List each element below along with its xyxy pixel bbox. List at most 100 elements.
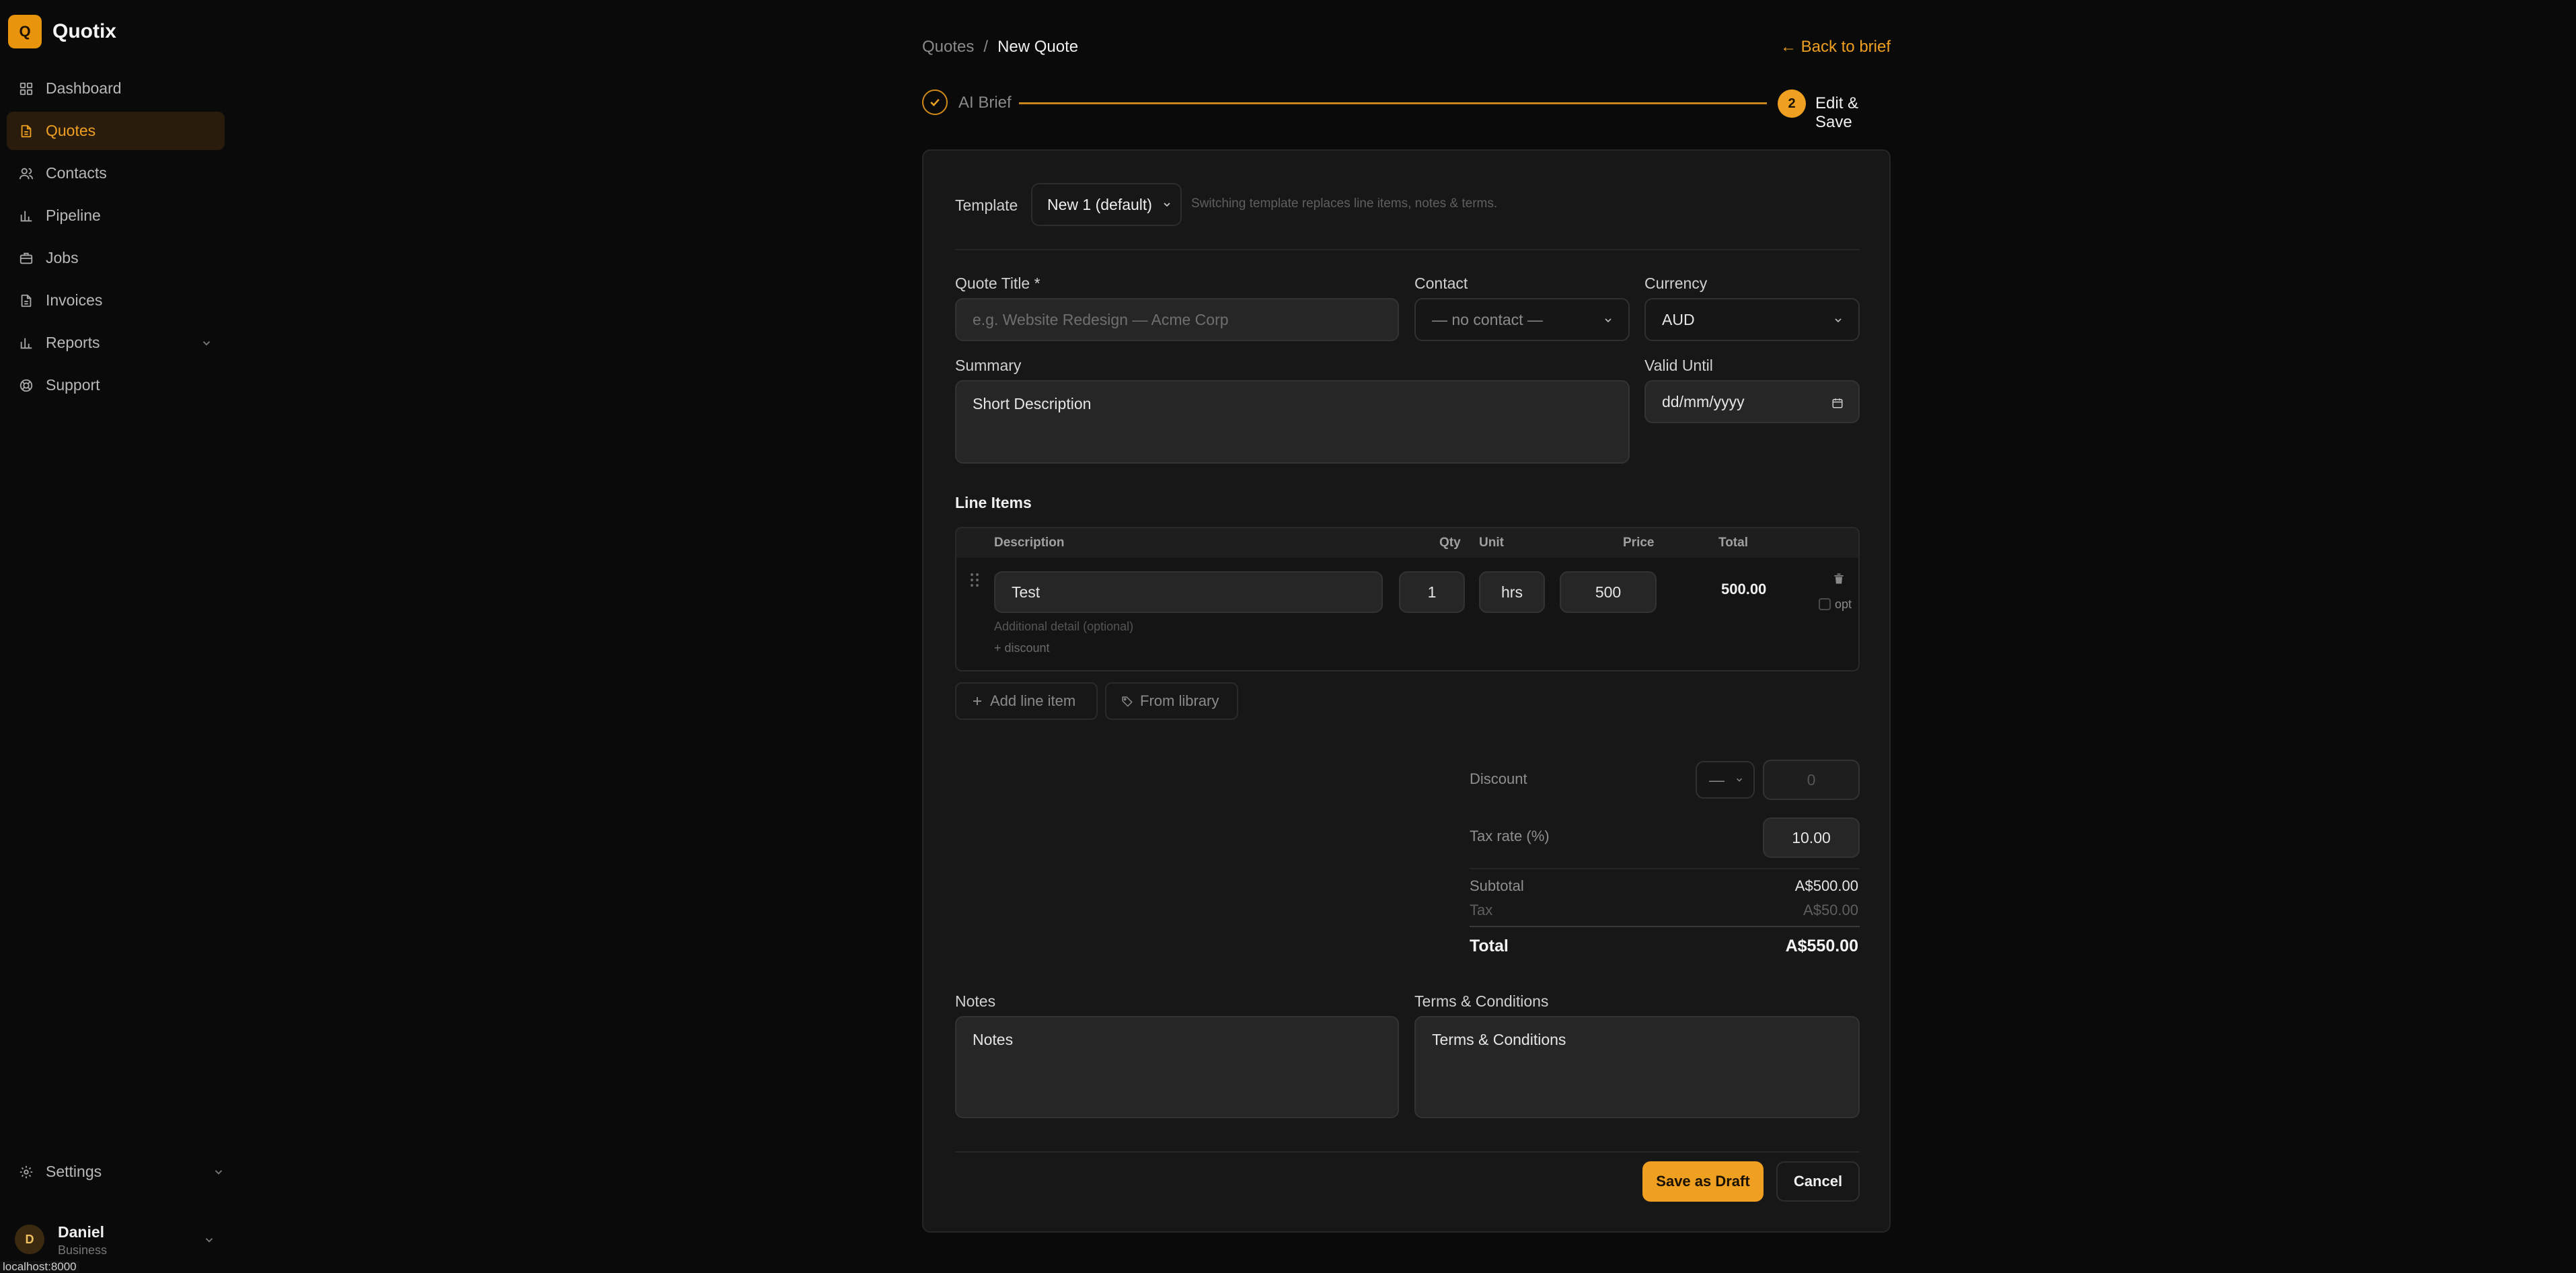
sidebar-item-label: Settings (46, 1163, 102, 1180)
avatar: D (15, 1225, 44, 1254)
check-icon (930, 98, 940, 106)
optional-checkbox[interactable] (1819, 598, 1831, 610)
subtotal-label: Subtotal (1470, 877, 1524, 894)
back-to-brief-link[interactable]: ← Back to brief (1780, 38, 1891, 57)
sidebar-item-label: Invoices (46, 291, 103, 309)
add-discount-link[interactable]: + discount (994, 641, 1050, 655)
quote-form-card: Template New 1 (default) Switching templ… (922, 149, 1891, 1233)
terms-textarea[interactable]: Terms & Conditions (1414, 1016, 1860, 1118)
trash-icon[interactable] (1832, 571, 1846, 586)
column-header: Total (1718, 536, 1748, 550)
brand[interactable]: Q Quotix (8, 15, 116, 48)
valid-until-label: Valid Until (1644, 357, 1713, 374)
lifebuoy-icon (20, 379, 33, 392)
template-hint: Switching template replaces line items, … (1191, 196, 1498, 211)
discount-type-select[interactable]: — (1696, 761, 1755, 799)
breadcrumb-quotes[interactable]: Quotes (922, 38, 974, 57)
sidebar-item-settings[interactable]: Settings (7, 1153, 237, 1191)
tax-value: A$50.00 (1803, 902, 1858, 918)
sidebar-item-pipeline[interactable]: Pipeline (7, 196, 225, 235)
line-item-price-input[interactable]: 500 (1560, 571, 1657, 613)
currency-label: Currency (1644, 275, 1708, 292)
valid-until-value: dd/mm/yyyy (1662, 392, 1745, 410)
sidebar-nav: Dashboard Quotes Contacts Pipeline Jobs … (7, 69, 225, 408)
divider (1470, 926, 1860, 927)
tax-rate-input[interactable]: 10.00 (1763, 817, 1860, 858)
bar-chart-icon (20, 211, 32, 221)
file-icon (21, 124, 32, 137)
file-icon (21, 294, 32, 307)
valid-until-date-input[interactable]: dd/mm/yyyy (1644, 380, 1860, 423)
currency-select[interactable]: AUD (1644, 298, 1860, 341)
line-item-total: 500.00 (1721, 581, 1767, 597)
save-as-draft-button[interactable]: Save as Draft (1642, 1161, 1764, 1202)
table-row: Test 1 hrs 500 500.00 opt Additional det… (956, 558, 1858, 672)
user-menu[interactable]: D Daniel Business (15, 1221, 217, 1261)
template-select[interactable]: New 1 (default) (1031, 183, 1182, 226)
summary-label: Summary (955, 357, 1022, 374)
breadcrumb-separator: / (983, 38, 989, 56)
add-line-item-label: Add line item (990, 692, 1076, 709)
total-value: A$550.00 (1785, 937, 1858, 955)
step-complete-indicator (922, 89, 948, 115)
sidebar-item-reports[interactable]: Reports (7, 324, 225, 362)
sidebar-item-invoices[interactable]: Invoices (7, 281, 225, 320)
chevron-down-icon (205, 1238, 213, 1243)
sidebar-item-jobs[interactable]: Jobs (7, 239, 225, 277)
chevron-down-icon (215, 1170, 223, 1175)
stepper: AI Brief 2 Edit & Save (922, 89, 1891, 131)
column-header: Unit (1479, 536, 1504, 550)
calendar-icon[interactable] (1831, 397, 1844, 409)
sidebar-item-contacts[interactable]: Contacts (7, 154, 225, 192)
divider (955, 1151, 1860, 1153)
status-bar-url: localhost:8000 (0, 1261, 79, 1272)
chevron-down-icon (1164, 203, 1170, 207)
notes-label: Notes (955, 992, 996, 1010)
line-item-description-input[interactable]: Test (994, 571, 1383, 613)
line-items-table: Description Qty Unit Price Total Test 1 … (955, 527, 1860, 671)
column-header: Qty (1439, 536, 1461, 550)
total-label: Total (1470, 937, 1509, 955)
chevron-down-icon (202, 341, 211, 346)
add-line-item-button[interactable]: Add line item (955, 682, 1098, 720)
contact-value: — no contact — (1432, 310, 1543, 328)
sidebar-item-support[interactable]: Support (7, 366, 225, 404)
sidebar-item-quotes[interactable]: Quotes (7, 112, 225, 150)
chevron-down-icon (1605, 318, 1612, 323)
column-header: Description (994, 536, 1065, 550)
discount-value-input[interactable]: 0 (1763, 760, 1860, 800)
sidebar-item-label: Jobs (46, 249, 79, 266)
terms-label: Terms & Conditions (1414, 992, 1549, 1010)
notes-textarea[interactable]: Notes (955, 1016, 1399, 1118)
sidebar: Q Quotix Dashboard Quotes Contacts Pipel… (0, 0, 231, 1272)
currency-value: AUD (1662, 310, 1695, 328)
line-items-header: Description Qty Unit Price Total (956, 528, 1858, 558)
sidebar-item-label: Dashboard (46, 79, 122, 97)
grid-icon (20, 82, 33, 95)
line-items-heading: Line Items (955, 494, 1032, 511)
from-library-button[interactable]: From library (1105, 682, 1238, 720)
step-ai-brief[interactable]: AI Brief (958, 94, 1012, 112)
users-icon (19, 168, 34, 179)
chevron-down-icon (1835, 318, 1842, 323)
discount-type-value: — (1709, 770, 1725, 789)
summary-textarea[interactable]: Short Description (955, 380, 1630, 464)
divider (955, 249, 1860, 250)
quote-title-input[interactable]: e.g. Website Redesign — Acme Corp (955, 298, 1399, 341)
logo-mark: Q (8, 15, 42, 48)
cancel-button[interactable]: Cancel (1776, 1161, 1860, 1202)
line-item-detail-input[interactable]: Additional detail (optional) (994, 620, 1133, 634)
tag-icon (1122, 696, 1133, 707)
sidebar-item-dashboard[interactable]: Dashboard (7, 69, 225, 108)
from-library-label: From library (1140, 692, 1219, 709)
drag-handle-icon[interactable] (970, 573, 979, 587)
subtotal-value: A$500.00 (1794, 877, 1858, 894)
sidebar-item-label: Reports (46, 334, 100, 351)
sidebar-item-label: Support (46, 376, 100, 394)
line-item-unit-input[interactable]: hrs (1479, 571, 1545, 613)
line-item-qty-input[interactable]: 1 (1399, 571, 1465, 613)
template-label: Template (955, 196, 1018, 214)
step-edit-save: Edit & Save (1815, 94, 1859, 131)
chevron-down-icon (1736, 778, 1743, 782)
contact-select[interactable]: — no contact — (1414, 298, 1630, 341)
